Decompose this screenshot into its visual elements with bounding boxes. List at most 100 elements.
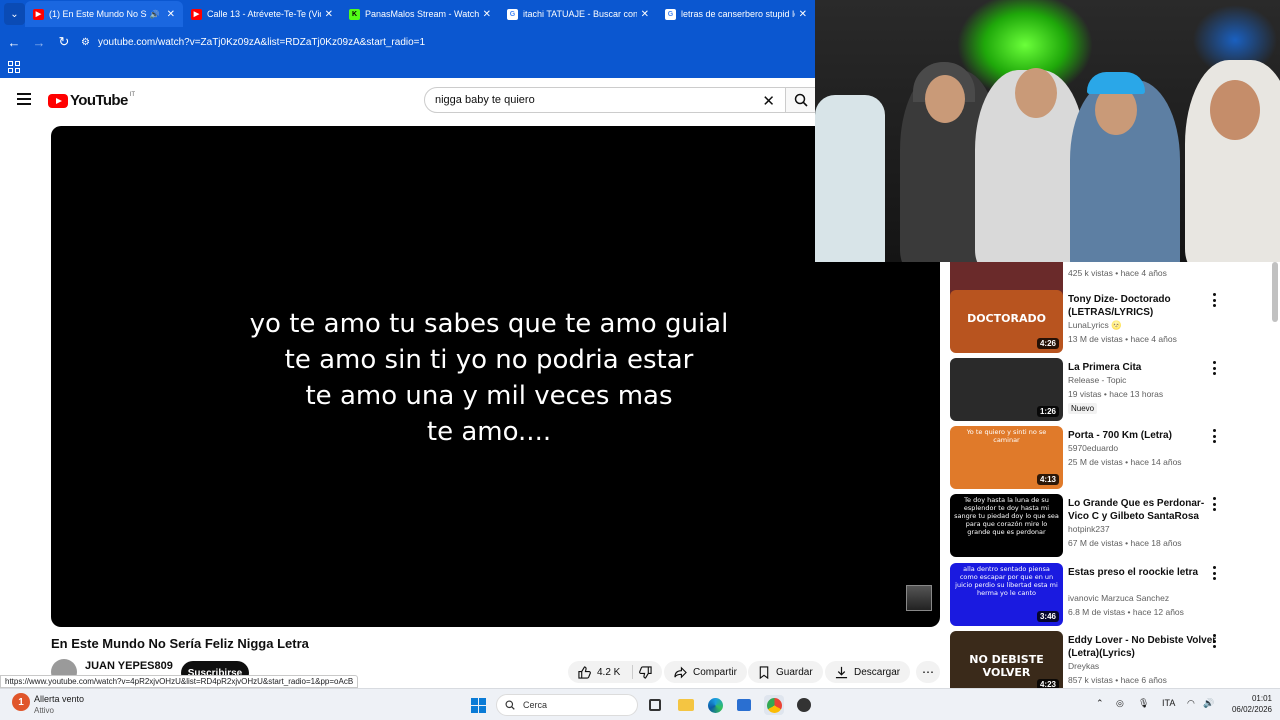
reload-icon[interactable]: ↻ bbox=[53, 31, 75, 53]
wifi-icon[interactable]: ◠ bbox=[1187, 698, 1195, 709]
recommendation-item[interactable]: 1:26 La Primera Cita Release - Topic 19 vis… bbox=[950, 358, 1270, 422]
cam-face-1 bbox=[925, 75, 965, 123]
channel-name[interactable]: JUAN YEPES809 bbox=[85, 660, 173, 672]
more-options-icon[interactable] bbox=[1209, 293, 1219, 307]
recommendation-thumbnail[interactable]: alla dentro sentado piensa como escapar … bbox=[950, 563, 1063, 626]
search-button[interactable] bbox=[786, 87, 815, 113]
recommendation-thumbnail[interactable]: 1:26 bbox=[950, 358, 1063, 421]
back-arrow-icon[interactable]: ← bbox=[3, 31, 25, 53]
more-options-icon[interactable] bbox=[1209, 361, 1219, 375]
taskbar-search[interactable]: Cerca bbox=[496, 694, 638, 716]
tab-audio-icon[interactable]: 🔊 bbox=[150, 10, 160, 19]
browser-tab[interactable]: Gletras de canserbero stupid love ✕ bbox=[657, 1, 815, 27]
recommendation-channel[interactable]: ivanovic Marzuca Sanchez bbox=[1068, 593, 1169, 603]
recommendation-item[interactable]: alla dentro sentado piensa como escapar … bbox=[950, 563, 1270, 627]
recommendation-channel[interactable]: LunaLyrics 🌝 bbox=[1068, 320, 1122, 331]
volume-icon[interactable]: 🔊 bbox=[1203, 698, 1214, 709]
tray-chevron-icon[interactable]: ⌃ bbox=[1096, 698, 1104, 709]
file-explorer-icon[interactable] bbox=[676, 695, 696, 715]
more-actions-icon[interactable]: ⋯ bbox=[916, 661, 940, 683]
video-player[interactable]: yo te amo tu sabes que te amo guial te am… bbox=[51, 126, 940, 627]
like-divider bbox=[632, 665, 634, 679]
thumbnail-text: DOCTORADO bbox=[967, 312, 1046, 325]
more-options-icon[interactable] bbox=[1209, 497, 1219, 511]
forward-arrow-icon[interactable]: → bbox=[28, 31, 50, 53]
taskbar-search-placeholder: Cerca bbox=[523, 700, 548, 710]
tab-close-icon[interactable]: ✕ bbox=[167, 9, 175, 20]
youtube-play-icon bbox=[48, 93, 68, 108]
recommendation-channel[interactable]: Release - Topic bbox=[1068, 375, 1126, 385]
sidebar-scrollbar[interactable] bbox=[1272, 262, 1278, 322]
chrome-icon[interactable] bbox=[764, 695, 784, 715]
youtube-logo[interactable]: YouTube IT bbox=[48, 92, 135, 109]
browser-tab[interactable]: Gitachi TATUAJE - Buscar con Goo ✕ bbox=[499, 1, 657, 27]
browser-tab[interactable]: K PanasMalos Stream - Watch Live ✕ bbox=[341, 1, 499, 27]
windows-start-icon[interactable] bbox=[468, 695, 488, 715]
recommendation-meta: 19 vistas • hace 13 horas bbox=[1068, 389, 1164, 399]
task-view-icon[interactable] bbox=[645, 695, 665, 715]
recommendation-item[interactable]: DOCTORADO 4:26 Tony Dize- Doctorado (LETRA… bbox=[950, 290, 1270, 354]
microphone-icon[interactable]: 🎙 bbox=[1138, 698, 1149, 709]
address-url: youtube.com/watch?v=ZaTj0Kz09zA&list=RDZ… bbox=[97, 36, 426, 48]
recommendation-channel[interactable]: 5970eduardo bbox=[1068, 443, 1118, 453]
edge-icon[interactable] bbox=[705, 695, 725, 715]
apps-grid-icon[interactable] bbox=[8, 61, 20, 73]
end-card-thumbnail[interactable] bbox=[906, 585, 932, 611]
more-options-icon[interactable] bbox=[1209, 566, 1219, 580]
save-button[interactable]: Guardar bbox=[748, 661, 823, 683]
download-button[interactable]: Descargar bbox=[825, 661, 911, 683]
weather-alert-icon[interactable]: 1 bbox=[12, 693, 30, 711]
address-bar[interactable]: ⚙ youtube.com/watch?v=ZaTj0Kz09zA&list=R… bbox=[81, 31, 801, 53]
store-icon[interactable] bbox=[734, 695, 754, 715]
recommendation-item[interactable]: NO DEBISTE VOLVER 4:23 Eddy Lover - No Deb… bbox=[950, 631, 1270, 690]
recommendation-title[interactable]: Lo Grande Que es Perdonar- Vico C y Gilb… bbox=[1068, 497, 1218, 523]
google-favicon-icon: G bbox=[507, 8, 518, 20]
recommendation-meta: 857 k vistas • hace 6 años bbox=[1068, 675, 1167, 685]
recommendation-title[interactable]: Eddy Lover - No Debiste Volver (Letra)(L… bbox=[1068, 634, 1218, 660]
search-input[interactable]: nigga baby te quiero ✕ bbox=[424, 87, 786, 113]
recommendation-channel[interactable]: Dreykas bbox=[1068, 661, 1099, 671]
hamburger-menu-icon[interactable] bbox=[17, 93, 31, 105]
recommendation-title[interactable]: Tony Dize- Doctorado (LETRAS/LYRICS) bbox=[1068, 293, 1218, 319]
download-icon bbox=[835, 666, 848, 678]
thumbnail-text: Yo te quiero y sinti no se caminar bbox=[966, 428, 1047, 444]
thumbs-down-icon[interactable] bbox=[639, 665, 652, 679]
language-indicator[interactable]: ITA bbox=[1162, 698, 1175, 708]
tab-close-icon[interactable]: ✕ bbox=[483, 9, 491, 20]
more-options-icon[interactable] bbox=[1209, 634, 1219, 648]
cam-face-2 bbox=[1015, 68, 1057, 118]
recommendation-channel[interactable]: hotpink237 bbox=[1068, 524, 1110, 534]
tray-app-icon[interactable]: ◎ bbox=[1116, 698, 1124, 709]
recommendation-title[interactable]: Porta - 700 Km (Letra) bbox=[1068, 429, 1218, 442]
browser-tab[interactable]: ▶ (1) En Este Mundo No Sería🔊 ✕ bbox=[25, 1, 183, 27]
tab-close-icon[interactable]: ✕ bbox=[325, 9, 333, 20]
search-query-text: nigga baby te quiero bbox=[435, 94, 535, 106]
site-info-icon[interactable]: ⚙ bbox=[81, 37, 90, 48]
recommendation-thumbnail[interactable]: DOCTORADO 4:26 bbox=[950, 290, 1063, 353]
recommendation-thumbnail[interactable]: Yo te quiero y sinti no se caminar 4:13 bbox=[950, 426, 1063, 489]
recommendation-item[interactable]: Te doy hasta la luna de su esplendor te … bbox=[950, 494, 1270, 558]
browser-tab[interactable]: ▶ Calle 13 - Atrévete-Te-Te (Video ✕ bbox=[183, 1, 341, 27]
more-options-icon[interactable] bbox=[1209, 429, 1219, 443]
recommendation-item[interactable]: Yo te quiero y sinti no se caminar 4:13 Po… bbox=[950, 426, 1270, 490]
duration-badge: 1:26 bbox=[1036, 406, 1059, 417]
clear-search-icon[interactable]: ✕ bbox=[762, 92, 775, 110]
app-icon[interactable] bbox=[794, 695, 814, 715]
recommendation-title[interactable]: La Primera Cita bbox=[1068, 361, 1218, 374]
search-icon bbox=[794, 93, 808, 107]
recommendation-thumbnail[interactable]: Te doy hasta la luna de su esplendor te … bbox=[950, 494, 1063, 557]
tab-search-chevron-icon[interactable]: ⌄ bbox=[4, 3, 25, 25]
duration-badge: 4:13 bbox=[1036, 474, 1059, 485]
kick-favicon-icon: K bbox=[349, 8, 360, 20]
browser-tab-strip: ⌄ ▶ (1) En Este Mundo No Sería🔊 ✕ ▶ Calle 13… bbox=[0, 0, 815, 28]
like-button[interactable]: 4.2 K bbox=[568, 661, 663, 683]
tab-close-icon[interactable]: ✕ bbox=[799, 9, 807, 20]
weather-title[interactable]: Allerta vento bbox=[34, 694, 84, 704]
system-clock[interactable]: 01:01 06/02/2026 bbox=[1222, 693, 1272, 715]
tab-close-icon[interactable]: ✕ bbox=[641, 9, 649, 20]
recommendation-thumbnail[interactable]: NO DEBISTE VOLVER 4:23 bbox=[950, 631, 1063, 690]
tab-title: letras de canserbero stupid love bbox=[681, 9, 795, 19]
recommendation-title[interactable]: Estas preso el roockie letra bbox=[1068, 566, 1218, 579]
share-button[interactable]: Compartir bbox=[664, 661, 747, 683]
duration-badge: 3:46 bbox=[1036, 611, 1059, 622]
